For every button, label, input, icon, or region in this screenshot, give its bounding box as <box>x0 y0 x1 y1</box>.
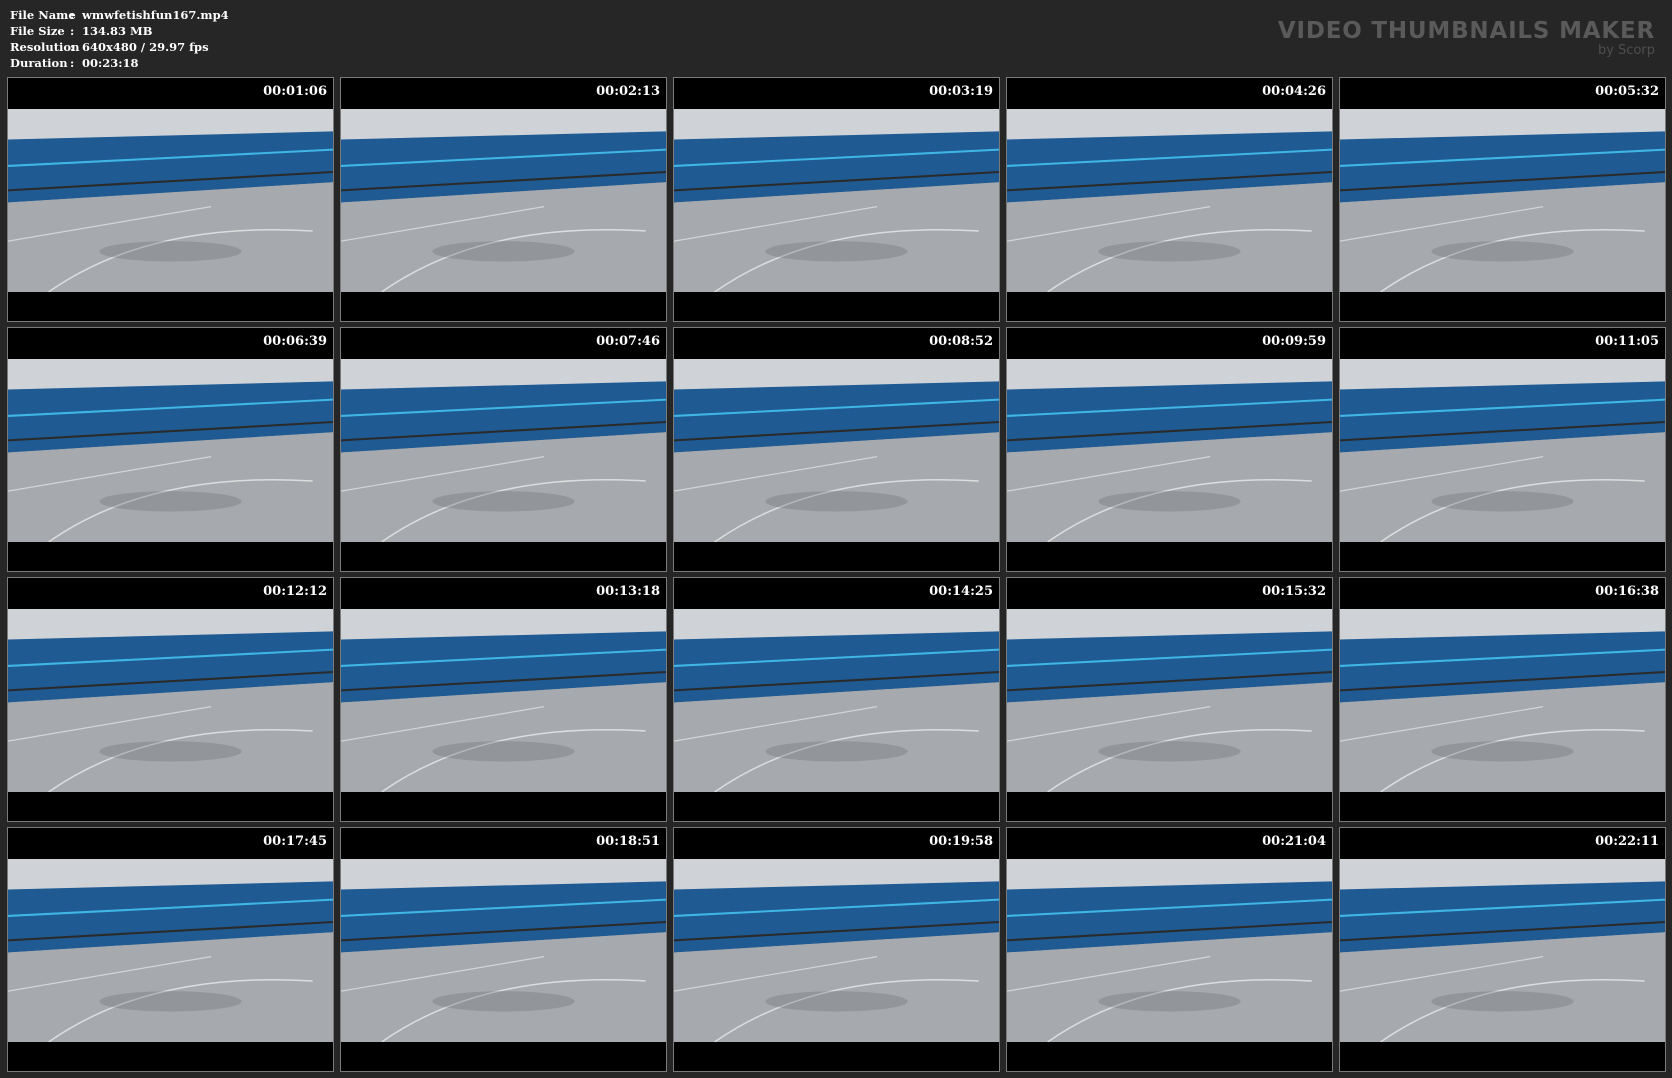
video-frame-image <box>1007 359 1332 542</box>
thumbnail-timestamp: 00:13:18 <box>596 584 660 599</box>
thumbnail-timestamp: 00:06:39 <box>263 334 327 349</box>
video-frame-image <box>341 609 666 792</box>
thumbnail: 00:16:38 <box>1339 577 1666 822</box>
duration-value: 00:23:18 <box>82 56 139 70</box>
video-frame-image <box>1007 859 1332 1042</box>
thumbnail-timestamp: 00:22:11 <box>1595 834 1659 849</box>
video-frame-image <box>1340 109 1665 292</box>
thumbnail-timestamp: 00:11:05 <box>1595 334 1659 349</box>
video-frame-image <box>1007 109 1332 292</box>
duration-row: Duration : 00:23:18 <box>10 55 229 71</box>
separator: : <box>70 24 75 38</box>
thumbnail: 00:01:06 <box>7 77 334 322</box>
thumbnail: 00:05:32 <box>1339 77 1666 322</box>
separator: : <box>70 40 75 54</box>
brand-watermark: VIDEO THUMBNAILS MAKER by Scorp <box>1278 18 1655 58</box>
thumbnail: 00:21:04 <box>1006 827 1333 1072</box>
file-info: File Name : wmwfetishfun167.mp4 File Siz… <box>10 7 229 71</box>
contact-sheet: File Name : wmwfetishfun167.mp4 File Siz… <box>0 0 1672 1078</box>
video-frame-image <box>8 859 333 1042</box>
separator: : <box>70 56 75 70</box>
thumbnail-timestamp: 00:12:12 <box>263 584 327 599</box>
thumbnail-timestamp: 00:18:51 <box>596 834 660 849</box>
thumbnail: 00:17:45 <box>7 827 334 1072</box>
video-frame-image <box>674 609 999 792</box>
file-size-label: File Size <box>10 24 65 38</box>
video-frame-image <box>1340 859 1665 1042</box>
thumbnail: 00:09:59 <box>1006 327 1333 572</box>
thumbnail: 00:04:26 <box>1006 77 1333 322</box>
thumbnail: 00:03:19 <box>673 77 1000 322</box>
thumbnail: 00:15:32 <box>1006 577 1333 822</box>
file-size-row: File Size : 134.83 MB <box>10 23 229 39</box>
brand-subtitle: by Scorp <box>1597 43 1655 58</box>
resolution-label: Resolution <box>10 40 80 54</box>
file-name-label: File Name <box>10 8 76 22</box>
file-size-value: 134.83 MB <box>82 24 153 38</box>
brand-title: VIDEO THUMBNAILS MAKER <box>1277 18 1655 44</box>
thumbnail: 00:14:25 <box>673 577 1000 822</box>
thumbnail-timestamp: 00:02:13 <box>596 84 660 99</box>
video-frame-image <box>1340 359 1665 542</box>
thumbnail-grid: 00:01:06 00:02:13 00:03:19 00:04:26 00:05:32… <box>7 77 1666 1072</box>
thumbnail: 00:19:58 <box>673 827 1000 1072</box>
thumbnail-timestamp: 00:07:46 <box>596 334 660 349</box>
video-frame-image <box>674 859 999 1042</box>
video-frame-image <box>674 109 999 292</box>
separator: : <box>70 8 75 22</box>
thumbnail: 00:06:39 <box>7 327 334 572</box>
video-frame-image <box>1340 609 1665 792</box>
thumbnail: 00:02:13 <box>340 77 667 322</box>
video-frame-image <box>8 109 333 292</box>
file-name-row: File Name : wmwfetishfun167.mp4 <box>10 7 229 23</box>
thumbnail: 00:08:52 <box>673 327 1000 572</box>
thumbnail: 00:11:05 <box>1339 327 1666 572</box>
thumbnail-timestamp: 00:01:06 <box>263 84 327 99</box>
thumbnail-timestamp: 00:16:38 <box>1595 584 1659 599</box>
thumbnail-timestamp: 00:19:58 <box>929 834 993 849</box>
thumbnail-timestamp: 00:09:59 <box>1262 334 1326 349</box>
thumbnail-timestamp: 00:21:04 <box>1262 834 1326 849</box>
thumbnail: 00:12:12 <box>7 577 334 822</box>
duration-label: Duration <box>10 56 68 70</box>
file-name-value: wmwfetishfun167.mp4 <box>82 8 229 22</box>
video-frame-image <box>341 859 666 1042</box>
thumbnail-timestamp: 00:14:25 <box>929 584 993 599</box>
video-frame-image <box>8 609 333 792</box>
thumbnail-timestamp: 00:03:19 <box>929 84 993 99</box>
thumbnail: 00:07:46 <box>340 327 667 572</box>
resolution-row: Resolution : 640x480 / 29.97 fps <box>10 39 229 55</box>
video-frame-image <box>1007 609 1332 792</box>
thumbnail-timestamp: 00:15:32 <box>1262 584 1326 599</box>
video-frame-image <box>674 359 999 542</box>
thumbnail-timestamp: 00:05:32 <box>1595 84 1659 99</box>
resolution-value: 640x480 / 29.97 fps <box>82 40 209 54</box>
thumbnail: 00:22:11 <box>1339 827 1666 1072</box>
thumbnail-timestamp: 00:04:26 <box>1262 84 1326 99</box>
thumbnail-timestamp: 00:08:52 <box>929 334 993 349</box>
video-frame-image <box>8 359 333 542</box>
thumbnail-timestamp: 00:17:45 <box>263 834 327 849</box>
video-frame-image <box>341 109 666 292</box>
video-frame-image <box>341 359 666 542</box>
thumbnail: 00:13:18 <box>340 577 667 822</box>
thumbnail: 00:18:51 <box>340 827 667 1072</box>
